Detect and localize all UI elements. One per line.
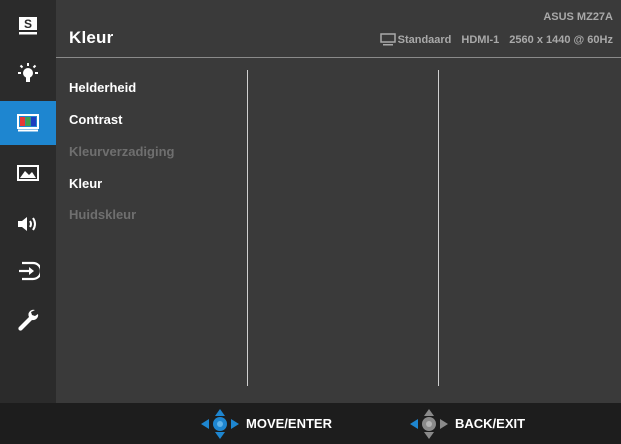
move-enter-label: MOVE/ENTER [246,416,332,431]
monitor-icon [379,33,396,46]
speaker-icon [18,217,36,231]
sidebar-item-color[interactable] [0,101,56,145]
status-bar: Standaard HDMI-1 2560 x 1440 @ 60Hz [379,33,613,46]
sidebar-item-sound[interactable] [0,202,56,246]
monitor-model: ASUS MZ27A [543,11,613,23]
sidebar-item-splendid[interactable]: S [0,4,56,48]
joystick-all-directions-icon [201,408,239,439]
menu-item-helderheid[interactable]: Helderheid [69,80,136,95]
sidebar-item-blue-light[interactable] [0,52,56,96]
column-divider-2 [438,70,439,386]
menu-item-huidskleur: Huidskleur [69,207,137,222]
back-exit-hint: BACK/EXIT [409,403,525,444]
input-select-icon [19,261,40,281]
move-enter-hint: MOVE/ENTER [200,403,332,444]
menu-panel: Helderheid Contrast Kleurverzadiging Kle… [56,58,621,403]
mode-value: Standaard [397,33,452,46]
menu-item-contrast[interactable]: Contrast [69,112,122,127]
column-divider-1 [247,70,248,386]
back-exit-label: BACK/EXIT [455,416,526,431]
menu-item-kleur[interactable]: Kleur [69,176,102,191]
osd-window: S Kleur ASUS MZ27A Standaard HDMI-1 2560… [0,0,621,444]
header: Kleur ASUS MZ27A Standaard HDMI-1 2560 x… [56,0,621,57]
sidebar-item-image[interactable] [0,152,56,196]
splendid-label: S [24,17,32,31]
picture-icon [17,165,39,181]
joystick-left-icon [410,408,448,439]
input-value: HDMI-1 [461,33,500,46]
splendid-s-icon: S [19,17,37,35]
resolution-value: 2560 x 1440 @ 60Hz [509,33,613,46]
bulb-icon [18,63,38,82]
footer: MOVE/ENTER BACK/EXIT [0,403,621,444]
sidebar: S [0,0,56,403]
menu-item-kleurverzadiging: Kleurverzadiging [69,144,175,159]
wrench-icon [18,309,39,331]
sidebar-item-system[interactable] [0,298,56,342]
sidebar-item-input[interactable] [0,249,56,293]
color-bars-icon [17,114,39,132]
page-title: Kleur [69,28,114,47]
